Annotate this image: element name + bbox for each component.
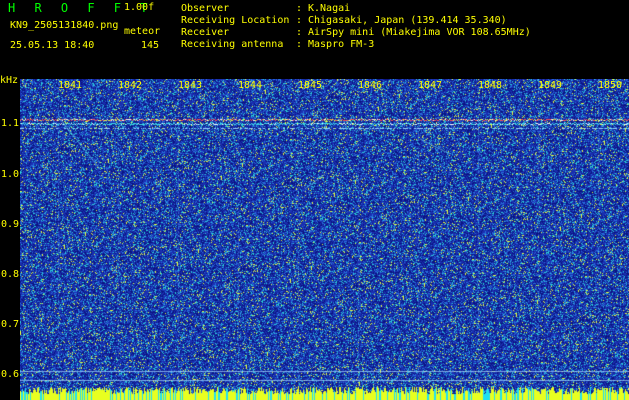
antenna-value: Maspro FM-3 [308, 39, 375, 50]
location-value: Chigasaki, Japan (139.414 35.340) [308, 15, 507, 26]
version-label: 1.00f [124, 2, 155, 13]
y-tick-label: 1.0 [1, 169, 20, 180]
y-tick-label: 1.1 [1, 118, 20, 129]
x-tick-label: 1845 [298, 80, 323, 91]
y-axis-unit: kHz [0, 75, 19, 86]
receiver-colon: : [296, 27, 303, 38]
filename-label: KN9_2505131840.png [10, 20, 119, 31]
observer-label: Observer [181, 3, 230, 14]
x-tick-label: 1846 [358, 80, 383, 91]
x-tick-label: 1849 [538, 80, 563, 91]
x-tick-label: 1844 [238, 80, 263, 91]
y-tick-label: 0.7 [1, 319, 20, 330]
x-tick-label: 1847 [418, 80, 443, 91]
x-tick-label: 1841 [58, 80, 83, 91]
datetime-label: 25.05.13 18:40 [10, 40, 95, 51]
y-tick-label: 0.6 [1, 369, 20, 380]
header-panel: H R O F F T 1.00f KN9_2505131840.png met… [0, 0, 629, 74]
location-label: Receiving Location [181, 15, 290, 26]
x-tick-label: 1850 [598, 80, 623, 91]
y-tick-label: 0.9 [1, 219, 20, 230]
spectrogram [20, 79, 629, 400]
observer-value: K.Nagai [308, 3, 351, 14]
antenna-colon: : [296, 39, 303, 50]
antenna-label: Receiving antenna [181, 39, 284, 50]
observer-colon: : [296, 3, 303, 14]
count-label: 145 [141, 40, 160, 51]
y-tick-label: 0.8 [1, 269, 20, 280]
x-tick-label: 1848 [478, 80, 503, 91]
mode-label: meteor [124, 26, 161, 37]
location-colon: : [296, 15, 303, 26]
spectrogram-canvas [20, 79, 629, 400]
x-tick-label: 1843 [178, 80, 203, 91]
x-tick-label: 1842 [118, 80, 143, 91]
receiver-value: AirSpy mini (Miakejima VOR 108.65MHz) [308, 27, 531, 38]
receiver-label: Receiver [181, 27, 230, 38]
